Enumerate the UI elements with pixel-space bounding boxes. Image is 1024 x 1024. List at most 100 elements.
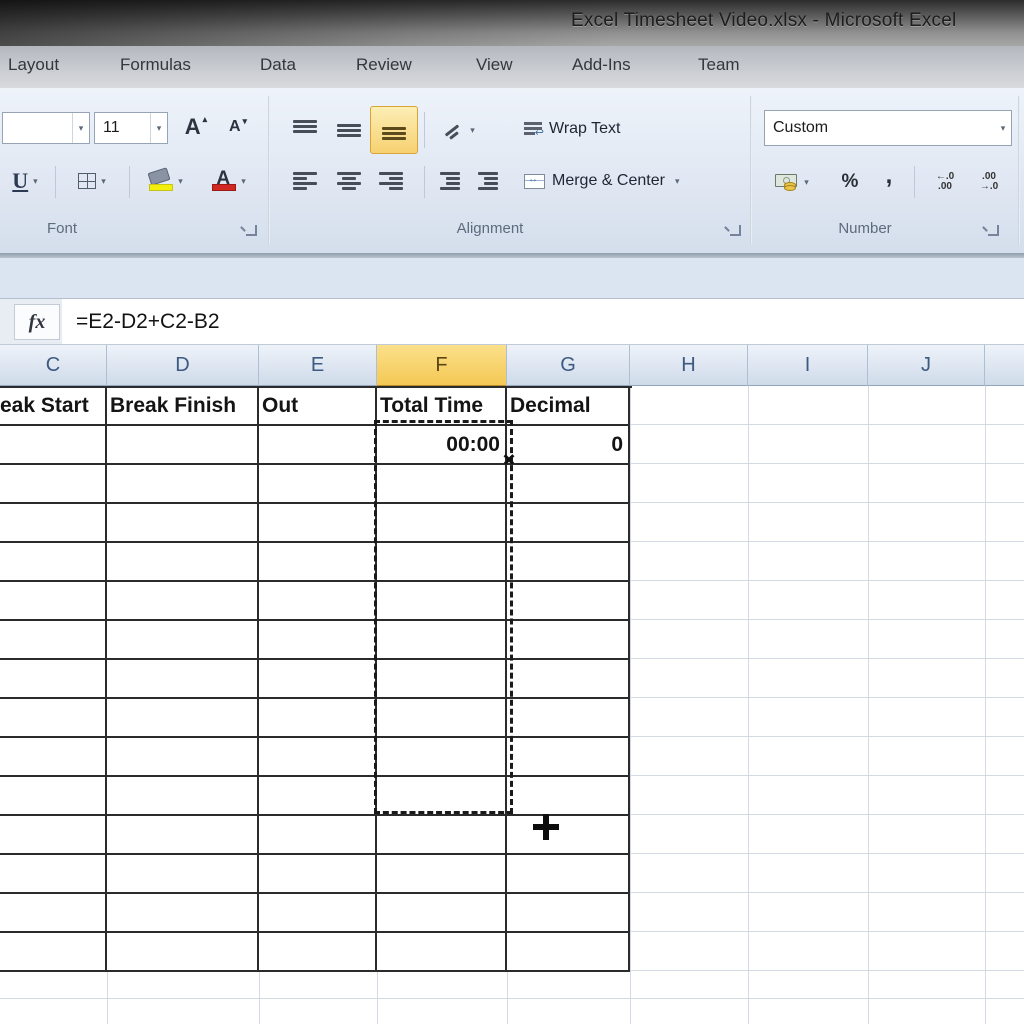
cell[interactable] xyxy=(259,777,377,816)
tab-team[interactable]: Team xyxy=(698,55,740,75)
number-dialog-launcher[interactable] xyxy=(988,225,999,236)
cell[interactable] xyxy=(0,543,107,582)
chevron-down-icon[interactable]: ▾ xyxy=(178,176,183,187)
cell[interactable] xyxy=(107,582,259,621)
column-header-G[interactable]: G xyxy=(507,345,630,387)
column-header-D[interactable]: D xyxy=(107,345,259,387)
chevron-down-icon[interactable]: ▾ xyxy=(72,113,89,143)
cell[interactable] xyxy=(507,894,630,933)
cell[interactable] xyxy=(107,543,259,582)
alignment-dialog-launcher[interactable] xyxy=(730,225,741,236)
cell[interactable] xyxy=(377,465,507,504)
cell[interactable] xyxy=(107,777,259,816)
cell[interactable] xyxy=(377,660,507,699)
tab-layout[interactable]: Layout xyxy=(8,55,59,75)
cell-decimal-label[interactable]: Decimal xyxy=(507,388,630,426)
cell[interactable] xyxy=(259,465,377,504)
cell[interactable] xyxy=(377,621,507,660)
shrink-font-button[interactable]: A ▾ xyxy=(218,110,258,144)
comma-style-button[interactable]: , xyxy=(874,154,904,198)
sheet-grid[interactable]: eak Start Break Finish Out Total Time Decima… xyxy=(0,386,1024,1024)
chevron-down-icon[interactable]: ▾ xyxy=(470,125,475,136)
tab-review[interactable]: Review xyxy=(356,55,412,75)
cell[interactable] xyxy=(377,543,507,582)
cell[interactable] xyxy=(259,426,377,465)
cell[interactable] xyxy=(259,621,377,660)
cell[interactable] xyxy=(507,660,630,699)
cell[interactable] xyxy=(259,816,377,855)
column-header-partial[interactable] xyxy=(985,345,1024,387)
increase-indent-button[interactable] xyxy=(470,160,506,204)
cell-decimal-value[interactable]: 0 xyxy=(507,426,630,465)
chevron-down-icon[interactable]: ▾ xyxy=(33,176,38,187)
cell[interactable] xyxy=(0,582,107,621)
fill-handle-icon[interactable] xyxy=(503,453,515,465)
cell[interactable] xyxy=(259,582,377,621)
cell[interactable] xyxy=(0,465,107,504)
increase-decimal-button[interactable]: ←.0 .00 xyxy=(924,160,966,204)
percent-style-button[interactable]: % xyxy=(830,160,870,204)
cell[interactable] xyxy=(259,504,377,543)
align-center-button[interactable] xyxy=(328,160,370,204)
tab-add-ins[interactable]: Add-Ins xyxy=(572,55,631,75)
cell[interactable] xyxy=(377,894,507,933)
cell[interactable] xyxy=(259,894,377,933)
cell[interactable] xyxy=(377,816,507,855)
orientation-button[interactable]: ▾ xyxy=(432,108,486,152)
cell[interactable] xyxy=(0,699,107,738)
decrease-decimal-button[interactable]: .00 →.0 xyxy=(968,160,1010,204)
chevron-down-icon[interactable]: ▾ xyxy=(150,113,167,143)
align-top-button[interactable] xyxy=(284,108,326,152)
tab-view[interactable]: View xyxy=(476,55,513,75)
fill-color-button[interactable]: ▾ xyxy=(136,160,194,202)
merge-center-button[interactable]: Merge & Center ▾ xyxy=(524,164,746,198)
cell[interactable] xyxy=(259,543,377,582)
formula-input[interactable]: =E2-D2+C2-B2 xyxy=(62,299,1024,344)
tab-formulas[interactable]: Formulas xyxy=(120,55,191,75)
column-header-E[interactable]: E xyxy=(259,345,377,387)
cell[interactable] xyxy=(507,738,630,777)
cell-break-start-label[interactable]: eak Start xyxy=(0,388,107,426)
cell[interactable] xyxy=(507,777,630,816)
cell[interactable] xyxy=(107,699,259,738)
cell[interactable] xyxy=(507,582,630,621)
tab-data[interactable]: Data xyxy=(260,55,296,75)
cell[interactable] xyxy=(0,933,107,972)
cell[interactable] xyxy=(377,504,507,543)
cell[interactable] xyxy=(507,699,630,738)
chevron-down-icon[interactable]: ▾ xyxy=(241,176,246,187)
cell[interactable] xyxy=(377,933,507,972)
column-header-J[interactable]: J xyxy=(868,345,985,387)
align-bottom-button-active[interactable] xyxy=(370,106,418,154)
cell[interactable] xyxy=(507,933,630,972)
cell[interactable] xyxy=(0,738,107,777)
cell[interactable] xyxy=(107,660,259,699)
cell[interactable] xyxy=(507,621,630,660)
cell[interactable] xyxy=(259,855,377,894)
cell[interactable] xyxy=(107,426,259,465)
font-dialog-launcher[interactable] xyxy=(246,225,257,236)
cell[interactable] xyxy=(507,543,630,582)
chevron-down-icon[interactable]: ▾ xyxy=(675,176,680,187)
cell[interactable] xyxy=(0,660,107,699)
cell-total-time-label[interactable]: Total Time xyxy=(377,388,507,426)
cell[interactable] xyxy=(0,777,107,816)
cell[interactable] xyxy=(107,621,259,660)
column-header-H[interactable]: H xyxy=(630,345,748,387)
column-header-F-selected[interactable]: F xyxy=(377,345,507,387)
decrease-indent-button[interactable] xyxy=(432,160,468,204)
chevron-down-icon[interactable]: ▾ xyxy=(101,176,106,187)
cell[interactable] xyxy=(259,738,377,777)
cell[interactable] xyxy=(0,504,107,543)
cell[interactable] xyxy=(0,426,107,465)
cell[interactable] xyxy=(107,855,259,894)
insert-function-button[interactable]: fx xyxy=(14,304,60,340)
wrap-text-button[interactable]: ↩ Wrap Text xyxy=(524,112,684,146)
chevron-down-icon[interactable]: ▾ xyxy=(995,111,1011,145)
underline-button[interactable]: U ▾ xyxy=(0,162,50,200)
cell[interactable] xyxy=(377,582,507,621)
font-size-combobox[interactable]: 11 ▾ xyxy=(94,112,168,144)
align-right-button[interactable] xyxy=(370,160,412,204)
cell[interactable] xyxy=(107,933,259,972)
cell-out-label[interactable]: Out xyxy=(259,388,377,426)
